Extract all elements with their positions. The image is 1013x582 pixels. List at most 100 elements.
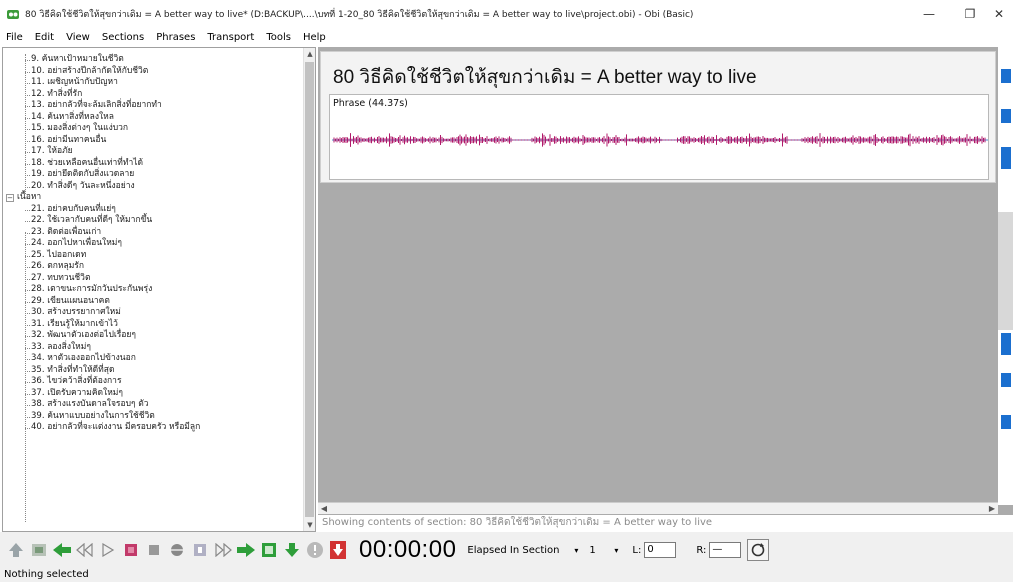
- strip-mark: [1001, 109, 1011, 123]
- tree-item[interactable]: 39. ค้นหาแบบอย่างในการใช้ชีวิต: [3, 411, 303, 423]
- tree-item[interactable]: 38. สร้างแรงบันดาลใจรอบๆ ตัว: [3, 399, 303, 411]
- menu-help[interactable]: Help: [303, 32, 326, 43]
- close-button[interactable]: ✕: [985, 0, 1013, 28]
- stop-icon[interactable]: [144, 539, 164, 561]
- window-title: 80 วิธีคิดใช้ชีวิตให้สุขกว่าเดิม = A bet…: [25, 10, 694, 20]
- add-section-icon[interactable]: [29, 539, 49, 561]
- chevron-down-icon: ▾: [574, 545, 579, 555]
- tree-item[interactable]: 36. ไขว่คว้าสิ่งที่ต้องการ: [3, 376, 303, 388]
- tree-item[interactable]: 18. ช่วยเหลือคนอื่นเท่าที่ทำได้: [3, 158, 303, 170]
- go-down-icon[interactable]: [282, 539, 302, 561]
- tree-item[interactable]: 25. ไปออกเดท: [3, 250, 303, 262]
- strip-mark: [1001, 333, 1011, 355]
- content-horizontal-scrollbar[interactable]: ◀ ▶: [318, 502, 998, 514]
- minimize-button[interactable]: —: [906, 0, 952, 28]
- collapse-toggle-icon[interactable]: −: [6, 194, 14, 202]
- tree-item[interactable]: 30. สร้างบรรยากาศใหม่: [3, 307, 303, 319]
- phrase-block[interactable]: Phrase (44.37s): [329, 94, 989, 180]
- tree-item[interactable]: 13. อย่ากลัวที่จะล้มเลิกสิ่งที่อยากทำ: [3, 100, 303, 112]
- strip-mark: [1001, 415, 1011, 429]
- tree-item[interactable]: 14. ค้นหาสิ่งที่หลงใหล: [3, 112, 303, 124]
- monitor-icon[interactable]: [167, 539, 187, 561]
- reset-icon[interactable]: [747, 539, 770, 561]
- tree-item[interactable]: 27. ทบทวนชีวิต: [3, 273, 303, 285]
- tree-item[interactable]: 16. อย่ามีนทาคนอื่น: [3, 135, 303, 147]
- tree-item[interactable]: 22. ใช้เวลากับคนที่ดีๆ ให้มากขึ้น: [3, 215, 303, 227]
- l-label: L:: [632, 544, 642, 556]
- scroll-up-icon[interactable]: ▲: [304, 48, 315, 60]
- tree-item[interactable]: 31. เรียนรู้ให้มากเข้าไว้: [3, 319, 303, 331]
- go-up-icon[interactable]: [6, 539, 26, 561]
- tree-item[interactable]: 24. ออกไปหาเพื่อนใหม่ๆ: [3, 238, 303, 250]
- tree-item[interactable]: 40. อย่ากลัวที่จะแต่งงาน มีครอบครัว หรือ…: [3, 422, 303, 434]
- level-value: 1: [589, 544, 596, 556]
- tree-item[interactable]: 19. อย่ายึดติดกับสิ่งแวดลาย: [3, 169, 303, 181]
- tree-item[interactable]: 23. ติดต่อเพื่อนเก่า: [3, 227, 303, 239]
- obi-app-icon: [7, 10, 19, 19]
- scroll-right-icon[interactable]: ▶: [986, 503, 998, 515]
- strip-mark: [1001, 69, 1011, 83]
- play-icon[interactable]: [98, 539, 118, 561]
- menu-sections[interactable]: Sections: [102, 32, 144, 43]
- next-section-icon[interactable]: [236, 539, 256, 561]
- section-strip[interactable]: 80 วิธีคิดใช้ชีวิตให้สุขกว่าเดิม = A bet…: [320, 51, 996, 183]
- section-contents-status: Showing contents of section: 80 วิธีคิดใ…: [318, 515, 1013, 532]
- menu-transport[interactable]: Transport: [207, 32, 254, 43]
- section-strip-title[interactable]: 80 วิธีคิดใช้ชีวิตให้สุขกว่าเดิม = A bet…: [333, 62, 757, 92]
- tree-item[interactable]: 15. มองสิ่งต่างๆ ในแง่บวก: [3, 123, 303, 135]
- fast-forward-icon[interactable]: [213, 539, 233, 561]
- r-value-field[interactable]: —: [709, 542, 742, 558]
- tree-section-node[interactable]: − เนื้อหา: [3, 192, 303, 204]
- tree-item[interactable]: 35. ทำสิ่งที่ทำให้ดีที่สุด: [3, 365, 303, 377]
- phrase-label: Phrase (44.37s): [333, 98, 408, 109]
- tree-item[interactable]: 17. ให้อภัย: [3, 146, 303, 158]
- title-bar: 80 วิธีคิดใช้ชีวิตให้สุขกว่าเดิม = A bet…: [0, 0, 1013, 28]
- tree-section-label: เนื้อหา: [17, 192, 42, 202]
- status-bar: Nothing selected: [0, 568, 1013, 582]
- r-label: R:: [696, 544, 707, 556]
- tree-item[interactable]: 10. อย่าสร้างปีกล้ากัดให้กับชีวิต: [3, 66, 303, 78]
- tree-item[interactable]: 26. ตกหลุมรัก: [3, 261, 303, 273]
- strip-mark: [1001, 147, 1011, 169]
- menu-edit[interactable]: Edit: [35, 32, 54, 43]
- time-mode-value: Elapsed In Section: [467, 544, 560, 556]
- add-phrase-icon[interactable]: [259, 539, 279, 561]
- menu-bar: File Edit View Sections Phrases Transpor…: [0, 28, 1013, 46]
- tree-item[interactable]: 32. พัฒนาตัวเองต่อไปเรื่อยๆ: [3, 330, 303, 342]
- tree-item[interactable]: 29. เขียนแผนอนาคต: [3, 296, 303, 308]
- tree-item[interactable]: 37. เปิดรับความคิดใหม่ๆ: [3, 388, 303, 400]
- rewind-icon[interactable]: [75, 539, 95, 561]
- chevron-down-icon: ▾: [614, 545, 619, 555]
- menu-tools[interactable]: Tools: [266, 32, 291, 43]
- menu-file[interactable]: File: [6, 32, 23, 43]
- level-dropdown[interactable]: 1 ▾: [586, 541, 620, 559]
- tree-item[interactable]: 21. อย่าคบกับคนที่แย่ๆ: [3, 204, 303, 216]
- scroll-left-icon[interactable]: ◀: [318, 503, 330, 515]
- toc-tree: 9. ค้นหาเป้าหมายในชีวิต 10. อย่าสร้างปีก…: [3, 54, 303, 522]
- tree-item[interactable]: 20. ทำสิ่งดีๆ วันละหนึ่งอย่าง: [3, 181, 303, 193]
- tree-vertical-scrollbar[interactable]: ▲ ▼: [303, 48, 315, 531]
- scroll-thumb[interactable]: [305, 62, 314, 517]
- content-view[interactable]: 80 วิธีคิดใช้ชีวิตให้สุขกว่าเดิม = A bet…: [318, 47, 1013, 532]
- transport-toolbar: 00:00:00 Elapsed In Section ▾ 1 ▾ L: 0 R…: [0, 532, 1013, 568]
- audio-waveform[interactable]: [332, 125, 988, 155]
- tree-item[interactable]: 12. ทำสิ่งที่รัก: [3, 89, 303, 101]
- pause-record-icon[interactable]: [190, 539, 210, 561]
- info-icon[interactable]: [305, 539, 325, 561]
- previous-section-icon[interactable]: [52, 539, 72, 561]
- vertical-scroll-track[interactable]: [998, 212, 1013, 330]
- tree-item[interactable]: 34. หาตัวเองออกไปข้างนอก: [3, 353, 303, 365]
- l-value-field[interactable]: 0: [644, 542, 677, 558]
- scroll-down-icon[interactable]: ▼: [304, 519, 315, 531]
- tree-item[interactable]: 33. ลองสิ่งใหม่ๆ: [3, 342, 303, 354]
- record-down-icon[interactable]: [328, 539, 348, 561]
- tree-item[interactable]: 11. เผชิญหน้ากับปัญหา: [3, 77, 303, 89]
- time-mode-dropdown[interactable]: Elapsed In Section ▾: [464, 541, 580, 559]
- tree-item[interactable]: 28. เตาขนะการมักวันประกันพรุ่ง: [3, 284, 303, 296]
- menu-view[interactable]: View: [66, 32, 90, 43]
- record-icon[interactable]: [121, 539, 141, 561]
- strip-mark: [1001, 373, 1011, 387]
- tree-item[interactable]: 9. ค้นหาเป้าหมายในชีวิต: [3, 54, 303, 66]
- toc-tree-panel[interactable]: 9. ค้นหาเป้าหมายในชีวิต 10. อย่าสร้างปีก…: [2, 47, 316, 532]
- menu-phrases[interactable]: Phrases: [156, 32, 195, 43]
